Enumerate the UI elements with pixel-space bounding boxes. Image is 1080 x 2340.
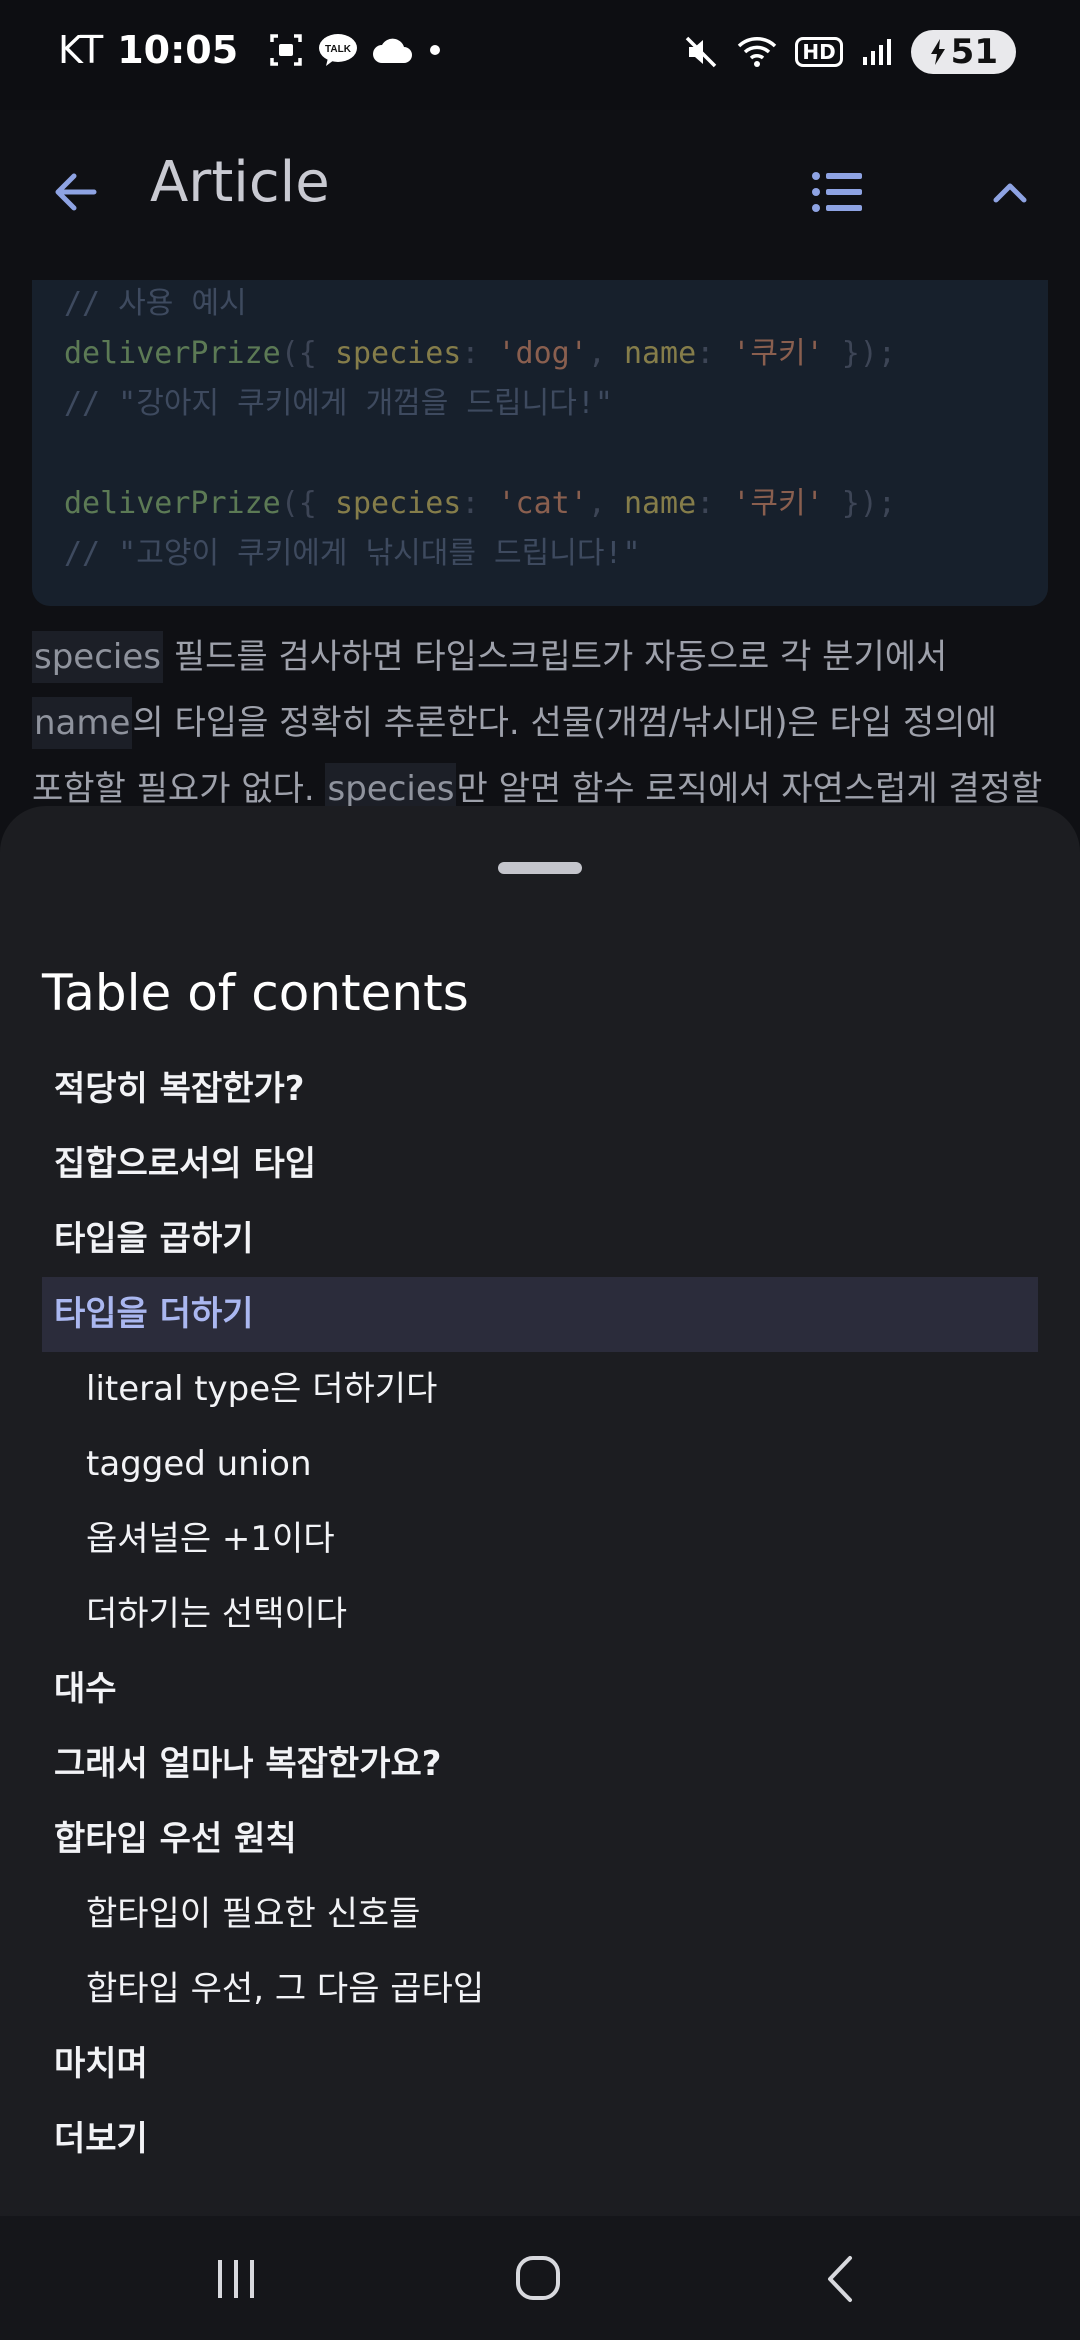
inline-code: name [32, 697, 133, 749]
toc-item[interactable]: 더보기 [42, 2102, 1038, 2177]
toc-subitem[interactable]: tagged union [42, 1427, 1038, 1502]
code-comment: // 사용 예시 [64, 286, 247, 321]
status-right: HD 51 [683, 30, 1016, 74]
app-bar: Article [0, 110, 1080, 280]
talk-label: TALK [325, 44, 352, 55]
toc-bottom-sheet: Table of contents 적당히 복잡한가? 집합으로서의 타입 타입… [0, 806, 1080, 2216]
code-punc: }); [823, 486, 896, 521]
toc-item[interactable]: 집합으로서의 타입 [42, 1127, 1038, 1202]
paragraph-text: 필드를 검사하면 타입스크립트가 자동으로 각 분기에서 [163, 637, 948, 677]
code-punc: : [696, 336, 733, 371]
wifi-icon [738, 37, 777, 67]
mute-icon [686, 36, 717, 68]
toc-subitem[interactable]: 합타입이 필요한 신호들 [42, 1877, 1038, 1952]
cloud-icon [373, 38, 413, 63]
recent-apps-icon[interactable] [206, 2254, 266, 2304]
screenshot-icon [270, 34, 302, 66]
toc-title: Table of contents [42, 964, 469, 1022]
home-icon[interactable] [508, 2254, 568, 2304]
toc-item[interactable]: 타입을 곱하기 [42, 1202, 1038, 1277]
carrier-label: KT [58, 28, 104, 72]
code-punc: : [461, 336, 498, 371]
code-fn: deliverPrize [64, 486, 281, 521]
hd-icon: HD [795, 37, 843, 67]
code-block: // 사용 예시 deliverPrize({ species: 'dog', … [32, 280, 1048, 606]
code-punc: , [587, 336, 624, 371]
code-line: deliverPrize({ species: 'dog', name: '쿠키… [64, 328, 896, 372]
signal-icon [862, 39, 891, 65]
toc-item[interactable]: 합타입 우선 원칙 [42, 1802, 1038, 1877]
code-punc: ({ [280, 486, 335, 521]
code-key: species [334, 336, 462, 371]
code-fn: deliverPrize [64, 336, 281, 371]
code-comment: // "고양이 쿠키에게 낚시대를 드립니다!" [64, 536, 641, 571]
code-line: deliverPrize({ species: 'cat', name: '쿠키… [64, 478, 896, 522]
clock: 10:05 [117, 28, 239, 72]
toc-item[interactable]: 그래서 얼마나 복잡한가요? [42, 1727, 1038, 1802]
toc-subitem[interactable]: 더하기는 선택이다 [42, 1577, 1038, 1652]
code-punc: ({ [280, 336, 335, 371]
paragraph-text: 만 알면 함수 로직에서 자연스럽게 결정할 [456, 769, 1043, 809]
code-key: name [623, 486, 697, 521]
system-nav-bar [0, 2216, 1080, 2340]
toc-item[interactable]: 적당히 복잡한가? [42, 1052, 1038, 1127]
back-icon[interactable] [812, 2254, 872, 2304]
code-comment: // "강아지 쿠키에게 개껌을 드립니다!" [64, 386, 613, 421]
list-icon[interactable] [808, 162, 868, 222]
chevron-up-icon[interactable] [980, 162, 1040, 222]
paragraph-line: name의 타입을 정확히 추론한다. 선물(개껌/낚시대)은 타입 정의에 [32, 690, 1052, 756]
drag-handle[interactable] [498, 862, 582, 874]
toc-subitem[interactable]: literal type은 더하기다 [42, 1352, 1038, 1427]
charging-icon [930, 39, 945, 65]
toc-subitem[interactable]: 합타입 우선, 그 다음 곱타입 [42, 1952, 1038, 2027]
kakaotalk-icon: TALK [319, 34, 358, 66]
code-key: species [334, 486, 462, 521]
toc-item[interactable]: 마치며 [42, 2027, 1038, 2102]
paragraph-line: species 필드를 검사하면 타입스크립트가 자동으로 각 분기에서 [32, 624, 1052, 690]
paragraph-text: 의 타입을 정확히 추론한다. 선물(개껌/낚시대)은 타입 정의에 [132, 703, 997, 743]
toc-item-active[interactable]: 타입을 더하기 [42, 1277, 1038, 1352]
code-string: 'dog' [497, 336, 588, 371]
code-punc: : [696, 486, 733, 521]
dot-icon [430, 45, 441, 55]
code-punc: : [461, 486, 498, 521]
code-punc: , [587, 486, 624, 521]
code-string: 'cat' [497, 486, 588, 521]
code-string: '쿠키' [732, 486, 824, 521]
code-string: '쿠키' [732, 336, 824, 371]
code-key: name [623, 336, 697, 371]
status-left: KT 10:05 TALK [58, 28, 442, 72]
battery-level: 51 [950, 32, 998, 72]
notification-icons: TALK [268, 32, 442, 68]
inline-code: species [32, 631, 163, 683]
article-paragraph: species 필드를 검사하면 타입스크립트가 자동으로 각 분기에서 nam… [32, 624, 1052, 822]
toc-subitem[interactable]: 옵셔널은 +1이다 [42, 1502, 1038, 1577]
code-punc: }); [823, 336, 896, 371]
status-bar: KT 10:05 TALK HD 51 [0, 0, 1080, 110]
page-title: Article [150, 150, 330, 215]
toc-item[interactable]: 대수 [42, 1652, 1038, 1727]
battery-icon: 51 [910, 30, 1016, 74]
toc-list: 적당히 복잡한가? 집합으로서의 타입 타입을 곱하기 타입을 더하기 lite… [42, 1052, 1038, 2177]
paragraph-text: 포함할 필요가 없다. [32, 769, 326, 809]
back-arrow-icon[interactable] [46, 162, 106, 222]
